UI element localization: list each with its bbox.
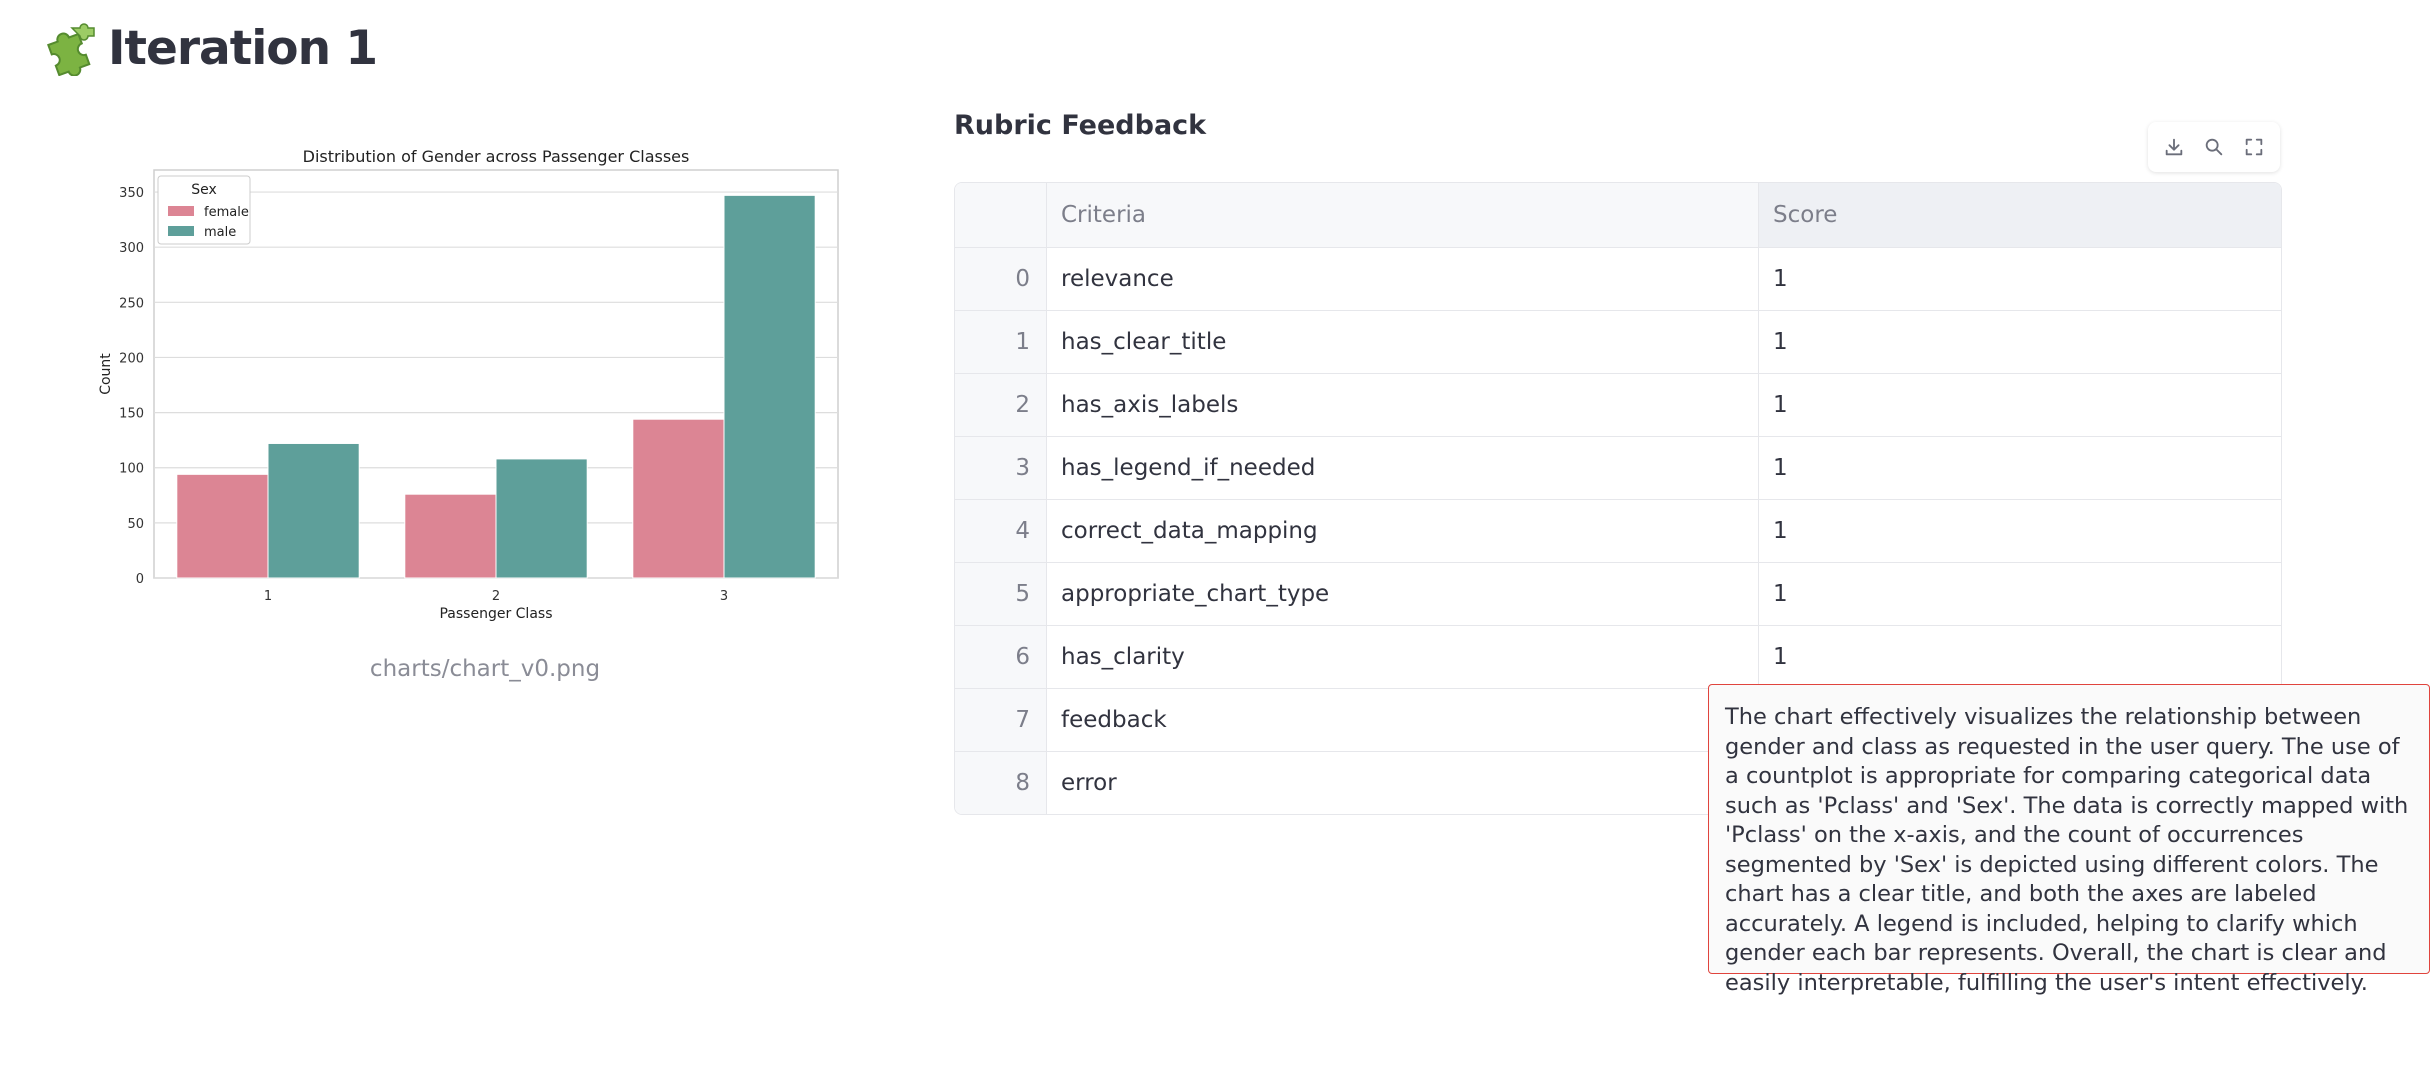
row-index: 4 xyxy=(955,500,1047,562)
score-column-header[interactable]: Score xyxy=(1759,183,2281,247)
fullscreen-icon xyxy=(2245,138,2263,156)
y-tick-label: 300 xyxy=(119,241,144,256)
table-row: 6 has_clarity 1 xyxy=(955,625,2281,688)
table-row: 1 has_clear_title 1 xyxy=(955,310,2281,373)
score-cell[interactable]: 1 xyxy=(1759,437,2281,499)
table-row: 5 appropriate_chart_type 1 xyxy=(955,562,2281,625)
criteria-cell[interactable]: relevance xyxy=(1047,248,1759,310)
y-tick-label: 200 xyxy=(119,351,144,366)
x-tick-label: 2 xyxy=(492,589,500,604)
cell-tooltip: The chart effectively visualizes the rel… xyxy=(1708,684,2430,996)
row-index: 6 xyxy=(955,626,1047,688)
table-toolbar xyxy=(2148,122,2280,172)
bar-male-1 xyxy=(267,442,360,579)
criteria-cell[interactable]: feedback xyxy=(1047,689,1759,751)
search-icon xyxy=(2205,138,2223,156)
score-cell[interactable]: 1 xyxy=(1759,311,2281,373)
chart-container: Distribution of Gender across Passenger … xyxy=(80,136,860,636)
legend-swatch-female xyxy=(168,206,194,216)
table-header: Criteria Score xyxy=(955,183,2281,247)
y-tick-label: 250 xyxy=(119,296,144,311)
row-index: 5 xyxy=(955,563,1047,625)
chart-title: Distribution of Gender across Passenger … xyxy=(303,147,690,166)
y-tick-label: 0 xyxy=(136,572,144,587)
chart-caption: charts/chart_v0.png xyxy=(369,656,601,682)
x-tick-label: 3 xyxy=(720,589,728,604)
bar-female-3 xyxy=(632,418,725,579)
index-column-header[interactable] xyxy=(955,183,1047,247)
score-cell[interactable]: 1 xyxy=(1759,500,2281,562)
row-index: 2 xyxy=(955,374,1047,436)
criteria-column-header[interactable]: Criteria xyxy=(1047,183,1759,247)
criteria-cell[interactable]: appropriate_chart_type xyxy=(1047,563,1759,625)
y-tick-label: 50 xyxy=(127,517,144,532)
bar-chart: Distribution of Gender across Passenger … xyxy=(98,147,839,622)
y-axis-label: Count xyxy=(98,353,114,395)
fullscreen-button[interactable] xyxy=(2237,130,2271,164)
section-title: Rubric Feedback xyxy=(954,110,1207,141)
criteria-cell[interactable]: has_legend_if_needed xyxy=(1047,437,1759,499)
score-cell[interactable]: 1 xyxy=(1759,248,2281,310)
bar-female-1 xyxy=(176,473,269,579)
download-button[interactable] xyxy=(2157,130,2191,164)
row-index: 8 xyxy=(955,752,1047,814)
x-axis-label: Passenger Class xyxy=(439,606,552,622)
criteria-cell[interactable]: has_clarity xyxy=(1047,626,1759,688)
row-index: 0 xyxy=(955,248,1047,310)
criteria-cell[interactable]: error xyxy=(1047,752,1759,814)
y-tick-label: 150 xyxy=(119,407,144,422)
legend-swatch-male xyxy=(168,226,194,236)
legend-label-female: female xyxy=(204,205,249,220)
criteria-cell[interactable]: has_axis_labels xyxy=(1047,374,1759,436)
row-index: 7 xyxy=(955,689,1047,751)
legend-label-male: male xyxy=(204,225,236,240)
score-cell[interactable]: 1 xyxy=(1759,374,2281,436)
score-cell[interactable]: 1 xyxy=(1759,563,2281,625)
download-icon xyxy=(2165,138,2183,156)
criteria-cell[interactable]: correct_data_mapping xyxy=(1047,500,1759,562)
x-tick-label: 1 xyxy=(264,589,272,604)
score-cell[interactable]: 1 xyxy=(1759,626,2281,688)
table-row: 2 has_axis_labels 1 xyxy=(955,373,2281,436)
row-index: 1 xyxy=(955,311,1047,373)
page-title: Iteration 1 xyxy=(42,14,378,82)
legend-title: Sex xyxy=(191,182,217,198)
bar-male-3 xyxy=(723,194,816,579)
puzzle-piece-icon xyxy=(42,20,98,77)
y-tick-label: 100 xyxy=(119,462,144,477)
bar-female-2 xyxy=(404,493,497,579)
row-index: 3 xyxy=(955,437,1047,499)
page-title-text: Iteration 1 xyxy=(108,20,378,76)
bar-male-2 xyxy=(495,458,588,579)
criteria-cell[interactable]: has_clear_title xyxy=(1047,311,1759,373)
table-row: 4 correct_data_mapping 1 xyxy=(955,499,2281,562)
table-row: 3 has_legend_if_needed 1 xyxy=(955,436,2281,499)
table-row: 0 relevance 1 xyxy=(955,247,2281,310)
search-button[interactable] xyxy=(2197,130,2231,164)
y-tick-label: 350 xyxy=(119,186,144,201)
